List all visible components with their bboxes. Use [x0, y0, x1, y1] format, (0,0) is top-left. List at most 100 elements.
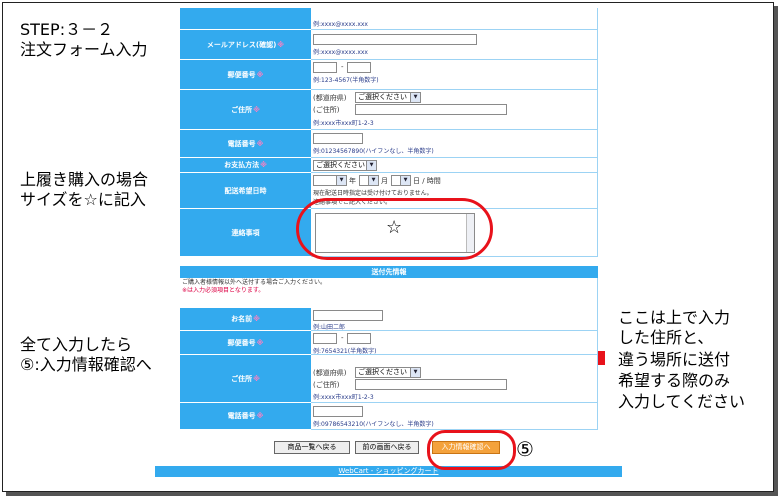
- email-hint: 例:xxxx@xxxx.xxx: [313, 21, 368, 28]
- ship-postal-first-input[interactable]: [313, 333, 337, 344]
- email-confirm-hint: 例:xxxx@xxxx.xxx: [313, 49, 368, 56]
- shipping-section-title: 送付先情報: [180, 266, 598, 278]
- ship-postal-hint: 例:7654321(半角数字): [313, 348, 377, 355]
- ship-name-input[interactable]: [313, 310, 383, 321]
- payment-value-cell: ご選択ください ▼: [311, 158, 598, 173]
- ship-name-label-cell: お名前 ※: [180, 308, 311, 331]
- phone-hint: 例:01234567890(ハイフンなし、半角数字): [313, 148, 434, 155]
- chevron-down-icon: ▼: [400, 176, 410, 185]
- overwrite-note-line1: 上履き購入の場合: [20, 170, 149, 189]
- ship-prefecture-value: ご選択ください: [358, 368, 407, 376]
- address-input[interactable]: [355, 104, 507, 115]
- phone-value-cell: 例:01234567890(ハイフンなし、半角数字): [311, 130, 598, 158]
- chevron-down-icon: ▼: [336, 176, 346, 185]
- postal-label: 郵便番号: [227, 70, 256, 79]
- ship-address-label: ご住所: [231, 374, 253, 383]
- ship-address-label-cell: ご住所 ※: [180, 355, 311, 403]
- chevron-down-icon: ▼: [368, 176, 378, 185]
- contact-label-cell: 連絡事項: [180, 209, 311, 257]
- day-time-label: 日 / 時間: [413, 177, 441, 185]
- ship-phone-label: 電話番号: [227, 412, 256, 420]
- delivery-label: 配送希望日時: [224, 186, 267, 195]
- footer-link[interactable]: WebCart - ショッピングカート: [155, 466, 622, 477]
- year-label: 年: [349, 177, 356, 185]
- right-note-line5: 入力してください: [618, 392, 746, 411]
- pref-prefix: (都道府県): [313, 94, 347, 102]
- phone-input[interactable]: [313, 133, 363, 144]
- star-marker: ☆: [386, 217, 403, 238]
- phone-label: 電話番号: [227, 139, 256, 148]
- shipping-note-2: ※は入力必須項目となります。: [180, 286, 598, 308]
- delivery-label-cell: 配送希望日時: [180, 173, 311, 209]
- step-note-line2: 注文フォーム入力: [20, 40, 148, 59]
- email-confirm-value-cell: 例:xxxx@xxxx.xxx: [311, 30, 598, 60]
- payment-label: お支払方法: [224, 161, 260, 169]
- postal-hint: 例:123-4567(半角数字): [313, 77, 379, 84]
- postal-label-cell: 郵便番号 ※: [180, 60, 311, 90]
- required-mark: ※: [277, 40, 285, 49]
- address-row: ご住所 ※ (都道府県) ご選択ください ▼ (ご住所) 例:xxxx市xxx町1-…: [180, 90, 598, 130]
- chevron-down-icon: ▼: [410, 93, 420, 102]
- month-select[interactable]: ▼: [359, 175, 379, 186]
- prefecture-select-value: ご選択ください: [358, 93, 407, 101]
- ship-name-value-cell: 例:山田二郎: [311, 308, 598, 331]
- ship-address-value-cell: (都道府県) ご選択ください ▼ (ご住所) 例:xxxx市xxx町1-2-3: [311, 355, 598, 403]
- ship-address-row: ご住所 ※ (都道府県) ご選択ください ▼ (ご住所) 例:xxxx市xxx町1-…: [180, 355, 598, 403]
- right-note-line4: 希望する際のみ: [618, 371, 731, 390]
- confirm-highlight-oval: [427, 430, 516, 470]
- payment-label-cell: お支払方法 ※: [180, 158, 311, 173]
- email-confirm-input[interactable]: [313, 34, 477, 45]
- ship-name-hint: 例:山田二郎: [313, 324, 346, 331]
- postal-row: 郵便番号 ※ - 例:123-4567(半角数字): [180, 60, 598, 90]
- payment-select[interactable]: ご選択ください ▼: [313, 160, 377, 171]
- address-hint: 例:xxxx市xxx町1-2-3: [313, 120, 374, 127]
- email-label-cell: [180, 8, 311, 30]
- payment-row: お支払方法 ※ ご選択ください ▼: [180, 158, 598, 173]
- postal-first-input[interactable]: [313, 62, 337, 73]
- ship-postal-row: 郵便番号 ※ - 例:7654321(半角数字): [180, 331, 598, 355]
- required-mark: ※: [256, 70, 264, 79]
- chevron-down-icon: ▼: [410, 368, 420, 377]
- ship-prefecture-select[interactable]: ご選択ください ▼: [355, 367, 421, 378]
- email-value-cell: 例:xxxx@xxxx.xxx: [311, 8, 598, 30]
- required-mark: ※: [253, 374, 260, 383]
- phone-label-cell: 電話番号 ※: [180, 130, 311, 158]
- finish-note-line1: 全て入力したら: [20, 335, 133, 354]
- email-row: 例:xxxx@xxxx.xxx: [180, 8, 598, 30]
- required-mark: ※: [253, 105, 260, 114]
- address-label-cell: ご住所 ※: [180, 90, 311, 130]
- addr-prefix: (ご住所): [313, 106, 340, 114]
- back-prev-button[interactable]: 前の画面へ戻る: [355, 441, 419, 454]
- postal-value-cell: - 例:123-4567(半角数字): [311, 60, 598, 90]
- ship-address-hint: 例:xxxx市xxx町1-2-3: [313, 394, 374, 401]
- year-select[interactable]: ▼: [313, 175, 347, 186]
- prefecture-select[interactable]: ご選択ください ▼: [355, 92, 421, 103]
- shipping-note-1: ご購入者様情報以外へ送付する場合ご入力ください。: [180, 278, 598, 286]
- ship-postal-value-cell: - 例:7654321(半角数字): [311, 331, 598, 355]
- required-mark: ※: [260, 161, 267, 169]
- right-note-line2: した住所と、: [618, 328, 714, 347]
- email-confirm-label: メールアドレス(確認): [206, 40, 277, 49]
- required-mark: ※: [253, 315, 260, 323]
- ship-phone-input[interactable]: [313, 406, 363, 417]
- payment-select-value: ご選択ください: [316, 161, 365, 169]
- address-value-cell: (都道府県) ご選択ください ▼ (ご住所) 例:xxxx市xxx町1-2-3: [311, 90, 598, 130]
- ship-pref-prefix: (都道府県): [313, 369, 347, 377]
- step-note-line1: STEP:３－２: [20, 20, 114, 39]
- required-mark: ※: [256, 139, 264, 148]
- delivery-note-1: 現在配送日時指定は受け付けておりません。: [313, 190, 433, 197]
- ship-postal-second-input[interactable]: [347, 333, 371, 344]
- ship-phone-hint: 例:09786543210(ハイフンなし、半角数字): [313, 421, 434, 428]
- ship-addr-prefix: (ご住所): [313, 381, 340, 389]
- back-to-list-button[interactable]: 商品一覧へ戻る: [274, 441, 350, 454]
- ship-name-label: お名前: [231, 315, 253, 323]
- address-label: ご住所: [231, 105, 253, 114]
- ship-postal-dash: -: [341, 334, 344, 342]
- postal-second-input[interactable]: [347, 62, 371, 73]
- chevron-down-icon: ▼: [366, 161, 376, 170]
- ship-postal-label-cell: 郵便番号 ※: [180, 331, 311, 355]
- day-select[interactable]: ▼: [391, 175, 411, 186]
- ship-address-input[interactable]: [355, 379, 507, 390]
- overwrite-note-line2: サイズを☆に記入: [20, 190, 146, 209]
- ship-phone-label-cell: 電話番号 ※: [180, 403, 311, 430]
